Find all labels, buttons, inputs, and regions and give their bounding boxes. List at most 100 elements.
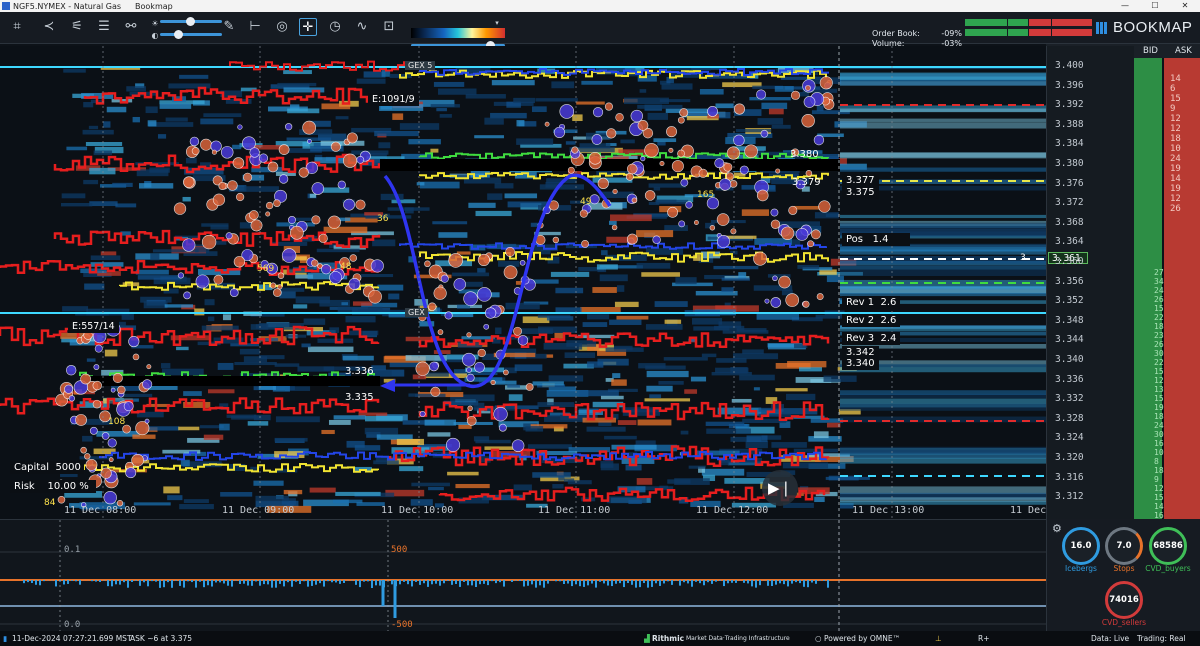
price-tick: 3.376 [1055,177,1084,189]
bid-size: 24 [1154,421,1164,430]
maximize-button[interactable]: ☐ [1140,0,1170,12]
cvd-indicator-panel[interactable]: 0.1 0.0 500 -500 [0,519,1046,632]
icebergs-gauge: 16.0 [1062,527,1100,565]
price-tick: 3.392 [1055,99,1084,111]
price-tick: 3.320 [1055,452,1084,463]
reversal-3: Rev 3 2.4 [842,332,901,345]
level-3375: 3.375 [842,186,879,199]
indicator-right-top-level: 500 [391,545,408,555]
price-tick: 3.316 [1055,471,1084,483]
lock-icon[interactable]: ⊡ [380,18,398,36]
price-tick: 3.396 [1055,79,1084,91]
level-3379: 3.379 [792,177,821,188]
risk-value: 10.00 % [47,481,89,492]
ask-size: 19 [1170,184,1181,194]
pos-label: Pos [846,234,864,245]
volume-84: 84 [44,498,56,508]
chat-icon[interactable]: ◎ [273,18,291,36]
replay-play-button[interactable]: ▶︎❘ [762,470,798,506]
status-datetime: 11-Dec-2024 07:27:21.699 MST [12,634,132,643]
share-icon[interactable]: ≺ [40,18,58,36]
bid-size: 15 [1154,493,1164,502]
bid-size: 22 [1154,313,1164,322]
price-tick: 3.368 [1055,216,1084,228]
price-tick: 3.324 [1055,432,1084,444]
crosshair-icon[interactable]: ✛ [299,18,317,36]
pencil-icon[interactable]: ✎ [220,18,238,36]
rithmic-name: Rithmic [652,634,685,643]
event-label-2: E:557/14 [68,320,119,333]
indicator-left-bottom-level: 0.0 [64,620,81,630]
rev1-label: Rev 1 [846,297,875,308]
ruler-icon[interactable]: ⊢ [246,18,264,36]
price-axis[interactable]: 3.361 3.400 3.396 3.392 3.388 3.384 3.380 3.37… [1046,46,1134,519]
bid-size: 30 [1154,430,1164,439]
price-tick: 3.360 [1055,256,1084,267]
gauges-panel: ⚙ 16.0 Icebergs 7.0 Stops 68586 CVD_buye… [1046,519,1200,631]
pos-value: 1.4 [872,234,889,245]
bookmap-logo-icon [1096,21,1108,34]
link-icon[interactable]: ⚯ [122,18,140,36]
layers-icon[interactable]: ☰ [95,18,113,36]
level-3380: 3.380 [790,149,819,160]
level-3336: 3.336 [345,366,374,377]
brand-name: BOOKMAP [1113,19,1193,36]
ask-size: 14 [1170,74,1181,84]
bid-size: 14 [1154,502,1164,511]
ask-size: 12 [1170,114,1181,124]
cvd-sellers-label: CVD_sellers [1101,618,1147,627]
capital-box: Capital 5000 [10,461,84,474]
bid-size: 18 [1154,412,1164,421]
price-tick: 3.380 [1055,158,1084,169]
contrast-icon: ◐ [151,31,159,40]
rev3-label: Rev 3 [846,333,875,344]
app-icon [2,2,10,10]
bid-size: 15 [1154,304,1164,313]
volume-48: 48 [340,262,352,272]
bid-size: 19 [1154,403,1164,412]
cvd-buyers-label: CVD_buyers [1145,564,1191,573]
indicator-icon[interactable]: ∿ [353,18,371,36]
bid-size: 9 [1154,475,1159,484]
ask-size: 6 [1170,84,1176,94]
bid-size: 15 [1154,394,1164,403]
screenshot-icon[interactable]: ⌗ [8,18,26,36]
volume-108: 108 [108,417,126,427]
capital-label: Capital [14,462,50,473]
price-tick: 3.364 [1055,236,1084,248]
status-last-trade: ASK ~6 at 3.375 [130,634,193,643]
bid-size: 22 [1154,358,1164,367]
ask-size: 24 [1170,154,1181,164]
gear-icon[interactable]: ⚙ [1052,522,1062,535]
price-tick: 3.356 [1055,275,1084,287]
stops-label: Stops [1113,564,1135,573]
close-button[interactable]: ✕ [1170,0,1200,12]
cvd-buyers-gauge: 68586 [1149,527,1187,565]
window-app-name: Bookmap [135,1,173,11]
ask-size: 12 [1170,124,1181,134]
brightness-slider[interactable] [160,17,222,26]
bid-size: 12 [1154,484,1164,493]
dom-ladder[interactable]: 14 6 15 9 12 12 18 10 24 19 14 19 12 26 27 34 24 26 15 22 18… [1134,58,1200,520]
bid-size: 23 [1154,331,1164,340]
heatmap-canvas [0,46,1046,519]
tools-icon[interactable]: ⚟ [68,18,86,36]
order-book-label: Order Book: [872,29,920,38]
bid-size: 26 [1154,340,1164,349]
bid-size: 10 [1154,448,1164,457]
contrast-slider[interactable] [160,30,222,39]
dropdown-icon[interactable]: ▾ [492,14,502,32]
time-label-1300: 11 Dec 13:00 [852,505,925,516]
ask-header: ASK [1175,46,1192,56]
minimize-button[interactable]: — [1110,0,1140,12]
ask-size: 26 [1170,204,1181,214]
indicator-left-top-level: 0.1 [64,545,81,555]
timer-icon[interactable]: ◷ [326,18,344,36]
rev2-value: 2.6 [880,315,897,326]
volume-165: 165 [697,190,715,200]
heatmap-chart[interactable]: GEX 5 GEX E:1091/9 E:557/14 3.380 3.379 … [0,46,1046,519]
bid-size: 27 [1154,268,1164,277]
gex-top-label: GEX 5 [405,61,436,70]
level-3340: 3.340 [842,357,879,370]
heatmap-color-scale[interactable] [411,28,505,38]
